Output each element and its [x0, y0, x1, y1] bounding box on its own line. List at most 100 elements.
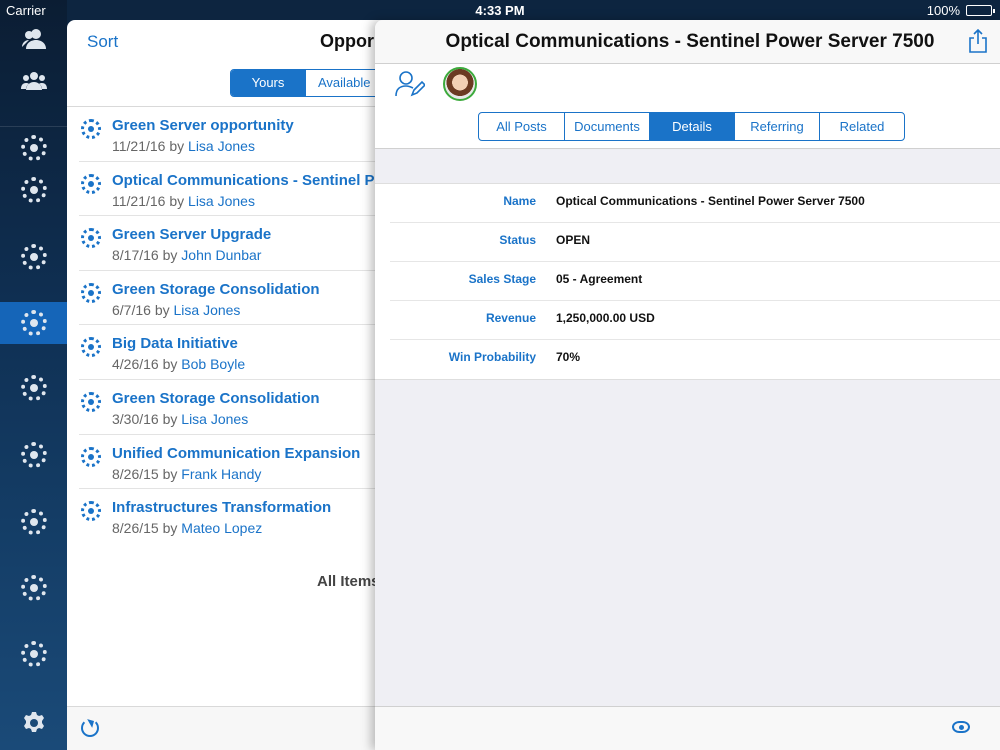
opportunity-icon: [81, 501, 101, 522]
share-icon[interactable]: [968, 29, 988, 53]
list-item[interactable]: Big Data Initiative 4/26/16 by Bob Boyle: [79, 325, 387, 380]
list-item[interactable]: Green Storage Consolidation 6/7/16 by Li…: [79, 271, 387, 326]
participants-bar: [375, 64, 1000, 104]
opportunity-icon: [81, 282, 101, 303]
list-item-title: Optical Communications - Sentinel Po: [112, 171, 384, 189]
field-label: Win Probability: [448, 350, 536, 364]
ring-icon: [20, 641, 47, 667]
detail-title: Optical Communications - Sentinel Power …: [445, 31, 935, 52]
rail-item-6[interactable]: [0, 435, 67, 475]
owner-link[interactable]: Lisa Jones: [181, 411, 248, 427]
list-item-title: Big Data Initiative: [112, 335, 238, 353]
avatar[interactable]: [443, 67, 477, 101]
ring-icon: [20, 244, 47, 270]
field-label: Revenue: [485, 311, 536, 325]
ring-icon: [20, 509, 47, 535]
tab-all-posts[interactable]: All Posts: [479, 113, 564, 140]
detail-nav-bar: Optical Communications - Sentinel Power …: [375, 20, 1000, 64]
rail-item-4-active[interactable]: [0, 302, 67, 344]
ring-icon: [20, 575, 47, 601]
list-item[interactable]: Green Server opportunity 11/21/16 by Lis…: [79, 107, 387, 162]
field-label: Name: [503, 194, 536, 208]
owner-link[interactable]: Lisa Jones: [174, 302, 241, 318]
owner-link[interactable]: Lisa Jones: [188, 193, 255, 209]
list-item[interactable]: Green Storage Consolidation 3/30/16 by L…: [79, 380, 387, 435]
tab-details[interactable]: Details: [649, 113, 734, 140]
list-item[interactable]: Green Server Upgrade 8/17/16 by John Dun…: [79, 216, 387, 271]
ring-icon: [20, 442, 47, 468]
opportunity-icon: [81, 173, 101, 194]
list-item-title: Green Server Upgrade: [112, 226, 272, 244]
rail-item-3[interactable]: [0, 237, 67, 277]
field-value: 70%: [556, 350, 581, 364]
field-value: Optical Communications - Sentinel Power …: [556, 194, 865, 208]
tab-referring[interactable]: Referring: [734, 113, 819, 140]
field-value: 1,250,000.00 USD: [556, 311, 655, 325]
battery-percentage: 100%: [926, 3, 960, 18]
list-item-title: Green Storage Consolidation: [112, 389, 320, 407]
list-item-subtitle: 8/26/15 by Frank Handy: [112, 465, 262, 482]
list-item[interactable]: Unified Communication Expansion 8/26/15 …: [79, 435, 387, 490]
field-row-revenue: Revenue 1,250,000.00 USD: [390, 301, 1000, 340]
rail-item-1[interactable]: [0, 128, 67, 168]
sort-button[interactable]: Sort: [87, 32, 118, 52]
rail-item-groups[interactable]: [0, 62, 67, 100]
rail-item-9[interactable]: [0, 634, 67, 674]
all-items-footer: All Items: [317, 573, 380, 590]
segment-available[interactable]: Available: [305, 70, 383, 96]
ownership-segmented-control: Yours Available: [230, 69, 384, 97]
opportunity-list: Green Server opportunity 11/21/16 by Lis…: [67, 107, 387, 544]
details-fields: Name Optical Communications - Sentinel P…: [375, 183, 1000, 380]
tab-related[interactable]: Related: [819, 113, 904, 140]
tab-documents[interactable]: Documents: [564, 113, 649, 140]
field-label: Sales Stage: [468, 272, 536, 286]
status-bar: Carrier 4:33 PM 100%: [0, 0, 1000, 20]
user-edit-icon[interactable]: [395, 70, 425, 98]
opportunity-detail-panel: Optical Communications - Sentinel Power …: [375, 20, 1000, 750]
list-item-subtitle: 6/7/16 by Lisa Jones: [112, 301, 241, 318]
detail-tabs-bar: All Posts Documents Details Referring Re…: [375, 104, 1000, 149]
opportunities-list-panel: Sort Oppor Yours Available Green Server …: [67, 20, 387, 750]
refresh-icon[interactable]: [81, 719, 99, 737]
battery-icon: [966, 5, 995, 16]
rail-item-people[interactable]: [0, 20, 67, 58]
rail-divider: [0, 126, 67, 127]
list-title: Oppor: [320, 31, 374, 51]
list-item-subtitle: 11/21/16 by Lisa Jones: [112, 138, 255, 154]
list-toolbar: [67, 706, 387, 750]
list-item[interactable]: Infrastructures Transformation 8/26/15 b…: [79, 489, 387, 544]
rail-item-2[interactable]: [0, 170, 67, 210]
owner-link[interactable]: Frank Handy: [181, 466, 261, 482]
rail-item-settings[interactable]: [0, 703, 67, 743]
field-value: OPEN: [556, 233, 591, 247]
list-item-title: Green Storage Consolidation: [112, 280, 320, 298]
field-row-win-probability: Win Probability 70%: [390, 340, 1000, 379]
owner-link[interactable]: Lisa Jones: [188, 138, 255, 154]
list-item-subtitle: 8/17/16 by John Dunbar: [112, 247, 262, 264]
eye-icon[interactable]: [952, 721, 970, 733]
owner-link[interactable]: Bob Boyle: [181, 356, 245, 372]
list-item-title: Infrastructures Transformation: [112, 499, 332, 517]
group-icon: [20, 72, 47, 90]
list-item-title: Green Server opportunity: [112, 117, 294, 134]
rail-item-5[interactable]: [0, 368, 67, 408]
clock: 4:33 PM: [475, 3, 525, 18]
rail-item-7[interactable]: [0, 502, 67, 542]
list-nav-bar: Sort Oppor: [67, 20, 387, 64]
segment-yours[interactable]: Yours: [231, 70, 305, 96]
list-item[interactable]: Optical Communications - Sentinel Po 11/…: [79, 162, 387, 217]
owner-link[interactable]: John Dunbar: [181, 247, 261, 263]
ring-icon: [20, 310, 47, 336]
detail-toolbar: [375, 706, 1000, 750]
owner-link[interactable]: Mateo Lopez: [181, 520, 262, 536]
field-row-sales-stage: Sales Stage 05 - Agreement: [390, 262, 1000, 301]
rail-item-8[interactable]: [0, 568, 67, 608]
app-rail: [0, 0, 67, 750]
field-row-name: Name Optical Communications - Sentinel P…: [390, 184, 1000, 223]
list-item-title: Unified Communication Expansion: [112, 444, 361, 462]
person-icon: [21, 29, 46, 49]
opportunity-icon: [81, 391, 101, 412]
list-item-subtitle: 3/30/16 by Lisa Jones: [112, 410, 249, 427]
opportunity-icon: [81, 228, 101, 249]
field-row-status: Status OPEN: [390, 223, 1000, 262]
